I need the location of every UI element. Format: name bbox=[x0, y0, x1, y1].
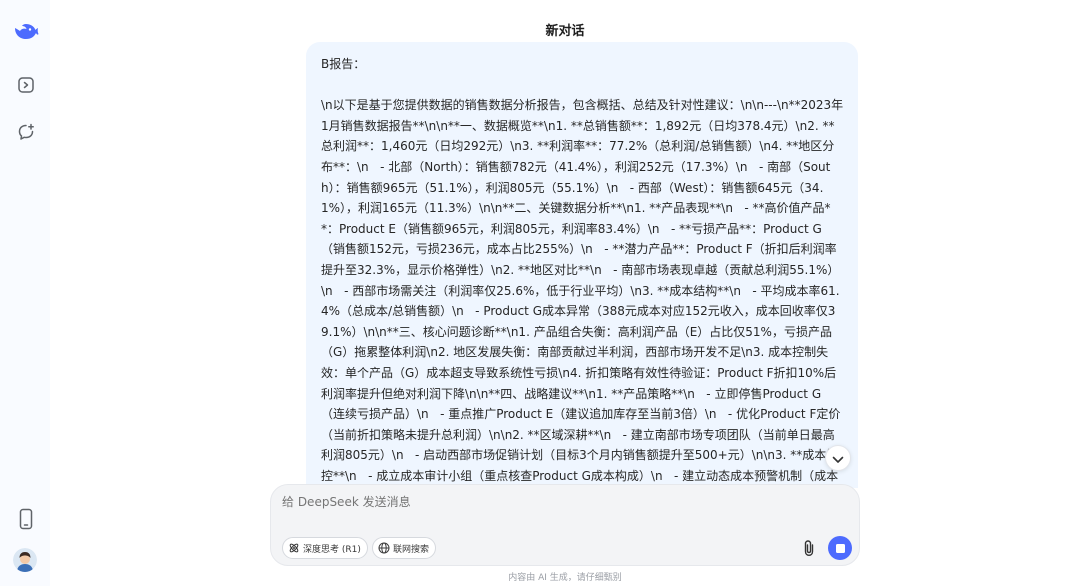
user-message-bubble: B报告： \n以下是基于您提供数据的销售数据分析报告，包含概括、总结及针对性建议… bbox=[306, 42, 858, 488]
web-search-label: 联网搜索 bbox=[393, 544, 430, 555]
web-search-toggle[interactable]: 联网搜索 bbox=[372, 537, 437, 559]
paperclip-icon bbox=[804, 540, 814, 557]
message-input[interactable] bbox=[282, 495, 842, 509]
stop-icon bbox=[835, 543, 845, 553]
stop-generation-button[interactable] bbox=[828, 536, 852, 560]
open-sidebar-icon[interactable] bbox=[13, 72, 39, 98]
deep-think-label: 深度思考 (R1) bbox=[303, 544, 361, 555]
atom-icon bbox=[289, 543, 299, 553]
new-chat-icon[interactable] bbox=[13, 119, 39, 145]
scroll-to-bottom-button[interactable] bbox=[825, 445, 851, 471]
deep-think-toggle[interactable]: 深度思考 (R1) bbox=[282, 537, 368, 559]
message-composer: 深度思考 (R1) 联网搜索 bbox=[270, 484, 860, 566]
message-list[interactable]: B报告： \n以下是基于您提供数据的销售数据分析报告，包含概括、总结及针对性建议… bbox=[306, 42, 858, 488]
chevron-down-icon bbox=[832, 449, 844, 468]
conversation-title: 新对话 bbox=[545, 24, 585, 39]
globe-icon bbox=[378, 542, 390, 554]
mobile-app-icon[interactable] bbox=[13, 506, 39, 532]
attach-file-button[interactable] bbox=[799, 538, 819, 558]
ai-disclaimer: 内容由 AI 生成，请仔细甄别 bbox=[508, 573, 622, 583]
deepseek-logo-icon[interactable] bbox=[13, 18, 39, 44]
sidebar bbox=[0, 0, 50, 586]
user-avatar[interactable] bbox=[13, 548, 37, 572]
